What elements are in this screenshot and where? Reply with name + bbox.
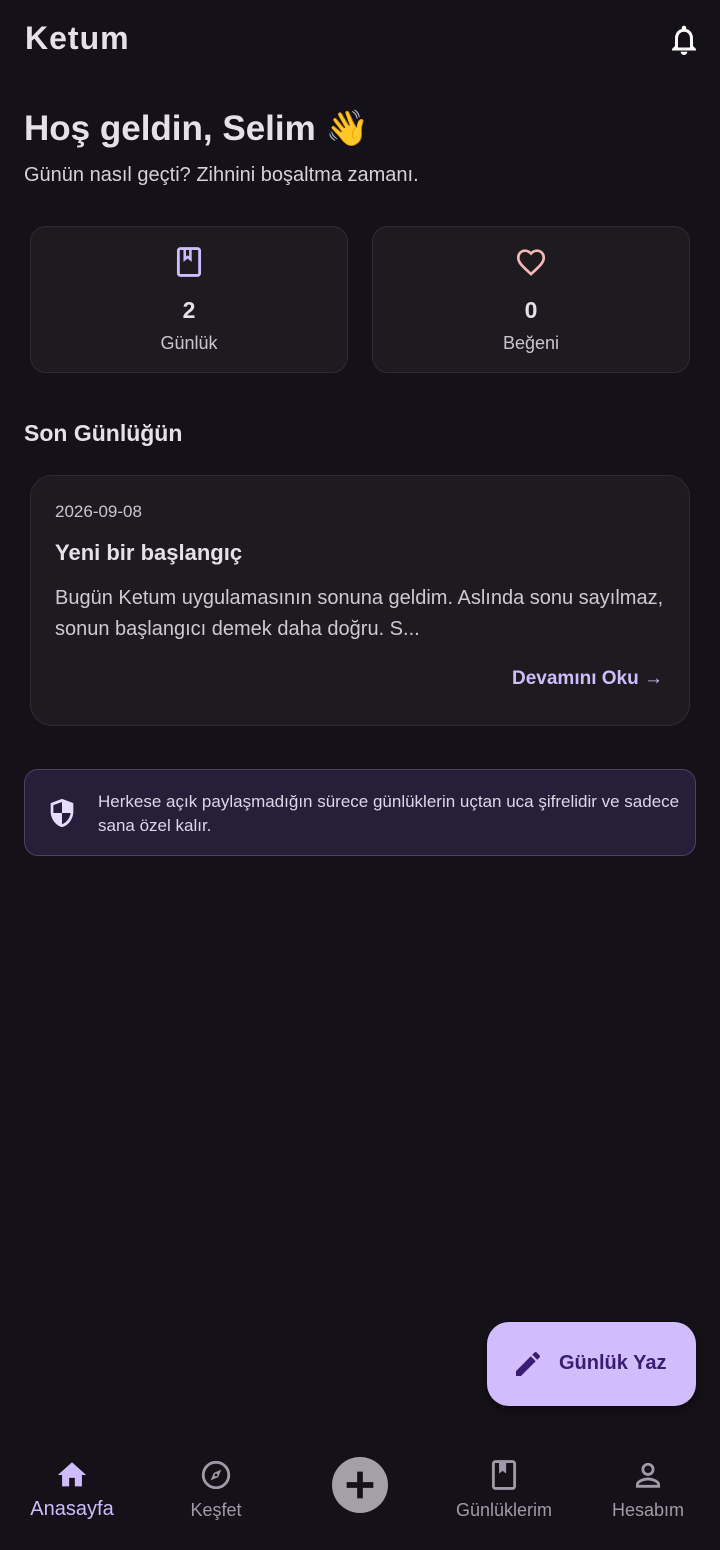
plus-icon <box>346 1471 374 1499</box>
read-more-link[interactable]: Devamını Oku → <box>512 668 663 690</box>
home-screen: Ketum Hoş geldin, Selim 👋 Günün nasıl ge… <box>0 0 720 1550</box>
bottom-navigation: Anasayfa Keşfet Günlüklerim Hesabım <box>0 1430 720 1550</box>
journal-date: 2026-09-08 <box>55 502 142 521</box>
home-icon <box>57 1462 87 1487</box>
nav-label-account: Hesabım <box>611 1500 685 1520</box>
nav-item-home[interactable]: Anasayfa <box>0 1430 144 1550</box>
nav-item-my-journals[interactable]: Günlüklerim <box>432 1430 576 1550</box>
add-journal-button[interactable] <box>332 1457 388 1513</box>
nav-label-explore: Keşfet <box>190 1500 242 1520</box>
stat-value-likes: 0 <box>524 297 538 323</box>
greeting-subtitle: Günün nasıl geçti? Zihnini boşaltma zama… <box>24 164 419 186</box>
section-title-latest: Son Günlüğün <box>24 420 183 446</box>
nav-item-explore[interactable]: Keşfet <box>144 1430 288 1550</box>
app-title: Ketum <box>25 20 130 56</box>
journal-excerpt: Bugün Ketum uygulamasının sonuna geldim.… <box>55 587 664 640</box>
nav-label-home: Anasayfa <box>30 1498 114 1520</box>
book-icon <box>491 1460 517 1490</box>
compass-icon <box>201 1460 231 1490</box>
heart-icon <box>516 249 546 276</box>
stat-label-likes: Beğeni <box>502 333 560 353</box>
pencil-icon <box>516 1352 540 1376</box>
write-journal-fab[interactable]: Günlük Yaz <box>487 1322 696 1406</box>
privacy-text: Herkese açık paylaşmadığın sürece günlük… <box>98 792 680 835</box>
book-icon <box>176 247 202 277</box>
fab-label: Günlük Yaz <box>559 1352 667 1374</box>
shield-icon <box>50 798 74 828</box>
journal-title: Yeni bir başlangıç <box>55 540 243 565</box>
privacy-banner: Herkese açık paylaşmadığın sürece günlük… <box>24 769 696 856</box>
stat-card-journals[interactable]: 2 Günlük <box>30 226 348 373</box>
notification-bell-icon[interactable] <box>666 22 702 58</box>
nav-label-my-journals: Günlüklerim <box>455 1500 553 1520</box>
nav-item-account[interactable]: Hesabım <box>576 1430 720 1550</box>
stat-label-journals: Günlük <box>160 333 218 353</box>
stat-card-likes[interactable]: 0 Beğeni <box>372 226 690 373</box>
latest-journal-card[interactable]: 2026-09-08 Yeni bir başlangıç Bugün Ketu… <box>30 475 690 726</box>
app-bar: Ketum <box>0 0 720 80</box>
stat-value-journals: 2 <box>182 297 196 323</box>
greeting-heading: Hoş geldin, Selim 👋 <box>24 109 370 148</box>
person-icon <box>635 1462 661 1488</box>
